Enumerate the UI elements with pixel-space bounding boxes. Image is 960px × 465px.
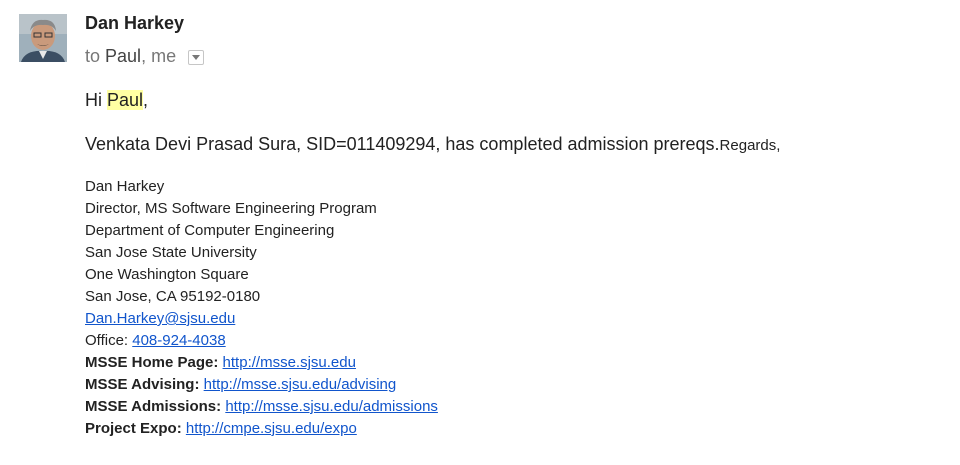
recipient-paul: Paul <box>105 46 142 66</box>
signature-department: Department of Computer Engineering <box>85 222 335 239</box>
regards-text: Regards, <box>719 137 781 154</box>
admissions-label: MSSE Admissions: <box>85 398 222 415</box>
recipient-me: me <box>151 46 177 66</box>
greeting-suffix: , <box>143 90 149 110</box>
signature-name: Dan Harkey <box>85 178 165 195</box>
greeting: Hi Paul, <box>85 90 940 112</box>
office-phone-link[interactable]: 408-924-4038 <box>132 332 225 349</box>
show-details-button[interactable] <box>188 50 205 65</box>
advising-link[interactable]: http://msse.sjsu.edu/advising <box>204 376 397 393</box>
sender-avatar[interactable] <box>19 14 67 62</box>
signature-address-1: One Washington Square <box>85 266 249 283</box>
signature: Dan Harkey Director, MS Software Enginee… <box>85 176 940 440</box>
email-link[interactable]: Dan.Harkey@sjsu.edu <box>85 310 235 327</box>
greeting-name-highlight: Paul <box>107 90 144 110</box>
advising-label: MSSE Advising: <box>85 376 200 393</box>
sender-name[interactable]: Dan Harkey <box>85 13 184 34</box>
office-label: Office: <box>85 332 133 349</box>
greeting-prefix: Hi <box>85 90 107 110</box>
signature-university: San Jose State University <box>85 244 257 261</box>
recipients-line: to Paul, me <box>85 46 205 67</box>
recipients-separator: , <box>141 46 147 66</box>
recipients-prefix: to <box>85 46 101 66</box>
main-text: Venkata Devi Prasad Sura, SID=011409294,… <box>85 134 720 154</box>
chevron-down-icon <box>192 55 201 60</box>
home-page-link[interactable]: http://msse.sjsu.edu <box>223 354 356 371</box>
project-expo-link[interactable]: http://cmpe.sjsu.edu/expo <box>186 420 357 437</box>
signature-address-2: San Jose, CA 95192-0180 <box>85 288 261 305</box>
signature-title: Director, MS Software Engineering Progra… <box>85 200 377 217</box>
message-body: Hi Paul, Venkata Devi Prasad Sura, SID=0… <box>85 90 940 440</box>
home-page-label: MSSE Home Page: <box>85 354 219 371</box>
project-expo-label: Project Expo: <box>85 420 182 437</box>
message-main-text: Venkata Devi Prasad Sura, SID=011409294,… <box>85 134 940 155</box>
admissions-link[interactable]: http://msse.sjsu.edu/admissions <box>225 398 438 415</box>
